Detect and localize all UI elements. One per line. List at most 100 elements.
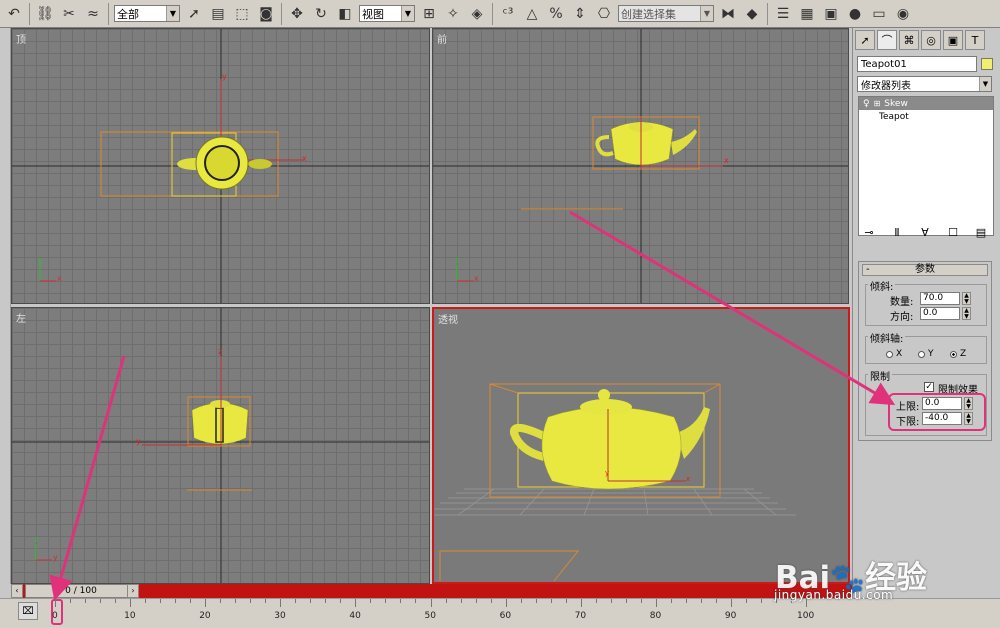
link-icon[interactable]: ⛓: [34, 3, 56, 25]
direction-spinner-arrows[interactable]: ▲ ▼: [962, 307, 971, 320]
expand-icon[interactable]: ⊞: [874, 99, 881, 108]
percent-snap-icon[interactable]: %: [545, 3, 567, 25]
viewport-front[interactable]: 前 x z x: [432, 28, 849, 304]
track-tick: [70, 599, 72, 603]
time-slider-next-icon[interactable]: ›: [127, 584, 139, 598]
viewport-perspective[interactable]: 透视 y x: [432, 307, 850, 584]
teapot-lid[interactable]: [580, 399, 632, 415]
direction-spinner-field[interactable]: 0.0: [920, 307, 960, 320]
teapot-spout[interactable]: [671, 129, 697, 155]
track-tick: [730, 599, 732, 607]
track-tick: [745, 599, 747, 603]
modifier-list-dropdown[interactable]: 修改器列表 ▼: [857, 76, 992, 92]
remove-modifier-icon[interactable]: ☐: [943, 224, 963, 240]
keyboard-shortcut-icon[interactable]: ◈: [466, 3, 488, 25]
align-icon[interactable]: ◆: [741, 3, 763, 25]
stack-item-teapot[interactable]: Teapot: [859, 110, 993, 123]
object-color-swatch[interactable]: [981, 58, 993, 70]
teapot-lid[interactable]: [210, 400, 230, 408]
modifier-stack[interactable]: ♀ ⊞ Skew Teapot: [858, 96, 994, 236]
amount-spinner-arrows[interactable]: ▲ ▼: [962, 292, 971, 305]
show-end-result-icon[interactable]: Ⅱ: [887, 224, 907, 240]
material-editor-icon[interactable]: ●: [844, 3, 866, 25]
limit-effect-checkbox[interactable]: ✓: [924, 382, 934, 392]
modify-icon[interactable]: ⌒: [877, 30, 897, 50]
skew-axis-group-title: 倾斜轴:: [868, 330, 906, 345]
window-crossing-icon[interactable]: ◙: [255, 3, 277, 25]
time-slider-thumb[interactable]: 0 / 100: [25, 584, 137, 598]
bind-space-warp-icon[interactable]: ≈: [82, 3, 104, 25]
coordinate-system-dropdown[interactable]: 视图 ▼: [359, 5, 415, 22]
amount-spinner-field[interactable]: 70.0: [920, 292, 960, 305]
selection-filter-value: 全部: [117, 7, 139, 21]
axis-z-radio[interactable]: Z: [950, 349, 966, 359]
axis-x-radio[interactable]: X: [886, 349, 902, 359]
rotate-icon[interactable]: ↻: [310, 3, 332, 25]
mirror-icon[interactable]: ⧓: [717, 3, 739, 25]
lightbulb-icon[interactable]: ♀: [863, 99, 870, 109]
stack-item-skew[interactable]: ♀ ⊞ Skew: [859, 97, 993, 110]
teapot-lid[interactable]: [204, 145, 240, 181]
select-arrow-icon[interactable]: ➚: [183, 3, 205, 25]
teapot-spout[interactable]: [676, 407, 710, 459]
create-icon[interactable]: ➚: [855, 30, 875, 50]
spinner-snap-icon[interactable]: ⇕: [569, 3, 591, 25]
skew-axis-group: 倾斜轴: X Y Z: [865, 330, 987, 364]
viewport-left[interactable]: 左 y z z y: [11, 307, 430, 584]
select-by-name-icon[interactable]: ▤: [207, 3, 229, 25]
manipulate-icon[interactable]: ✧: [442, 3, 464, 25]
named-selection-dropdown[interactable]: 创建选择集 ▼: [618, 5, 714, 22]
make-unique-icon[interactable]: ∀: [915, 224, 935, 240]
time-slider-prev-icon[interactable]: ‹: [11, 584, 23, 598]
rect-region-icon[interactable]: ⬚: [231, 3, 253, 25]
teapot-knob[interactable]: [598, 389, 610, 401]
layer-icon[interactable]: ☰: [772, 3, 794, 25]
selection-filter-dropdown[interactable]: 全部 ▼: [114, 5, 180, 22]
configure-modifier-sets-icon[interactable]: ▤: [971, 224, 991, 240]
pivot-center-icon[interactable]: ⊞: [418, 3, 440, 25]
curve-editor-icon[interactable]: ▦: [796, 3, 818, 25]
axis-y-label: y: [38, 256, 43, 265]
object-name-field[interactable]: Teapot01: [857, 56, 977, 72]
quick-render-icon[interactable]: ◉: [892, 3, 914, 25]
scale-icon[interactable]: ◧: [334, 3, 356, 25]
track-tick-label: 80: [649, 611, 662, 621]
axis-x-label: x: [302, 154, 307, 163]
hierarchy-icon[interactable]: ⌘: [899, 30, 919, 50]
unlink-icon[interactable]: ✂: [58, 3, 80, 25]
axis-y-label: y: [136, 437, 141, 446]
track-tick: [280, 599, 282, 607]
chevron-down-icon: ▼: [401, 6, 414, 21]
teapot-handle[interactable]: [248, 159, 272, 169]
viewport-top[interactable]: 顶 y x y x: [11, 28, 430, 304]
rollout-title: 参数: [915, 264, 935, 275]
schematic-icon[interactable]: ▣: [820, 3, 842, 25]
track-bar[interactable]: ⌧ 0 10 20 30 40 50 60 70 80 90 100: [0, 598, 1000, 628]
render-scene-icon[interactable]: ▭: [868, 3, 890, 25]
snap-icon[interactable]: ᶜ³: [497, 3, 519, 25]
axis-y-radio[interactable]: Y: [918, 349, 934, 359]
track-tick: [640, 599, 642, 603]
time-slider-bar[interactable]: ‹ 0 / 100 ›: [11, 584, 852, 598]
teapot-body[interactable]: [191, 402, 249, 445]
track-tick: [430, 599, 432, 607]
track-tick: [385, 599, 387, 603]
axis-z-label: z: [218, 347, 222, 356]
utilities-icon[interactable]: T: [965, 30, 985, 50]
motion-icon[interactable]: ◎: [921, 30, 941, 50]
mini-curve-editor-icon[interactable]: ⌧: [18, 602, 38, 620]
display-icon[interactable]: ▣: [943, 30, 963, 50]
teapot-body[interactable]: [541, 406, 682, 490]
move-icon[interactable]: ✥: [286, 3, 308, 25]
modifier-list-label: 修改器列表: [861, 80, 911, 92]
track-tick: [700, 599, 702, 603]
rollout-header[interactable]: - 参数: [862, 264, 988, 276]
pin-stack-icon[interactable]: ⊸: [859, 224, 879, 240]
teapot-handle[interactable]: [509, 423, 548, 461]
angle-snap-icon[interactable]: △: [521, 3, 543, 25]
teapot-handle[interactable]: [595, 135, 614, 157]
track-tick: [460, 599, 462, 603]
edit-named-icon[interactable]: ⎔: [593, 3, 615, 25]
toolbar-separator: [281, 2, 282, 25]
undo-icon[interactable]: ↶: [3, 3, 25, 25]
